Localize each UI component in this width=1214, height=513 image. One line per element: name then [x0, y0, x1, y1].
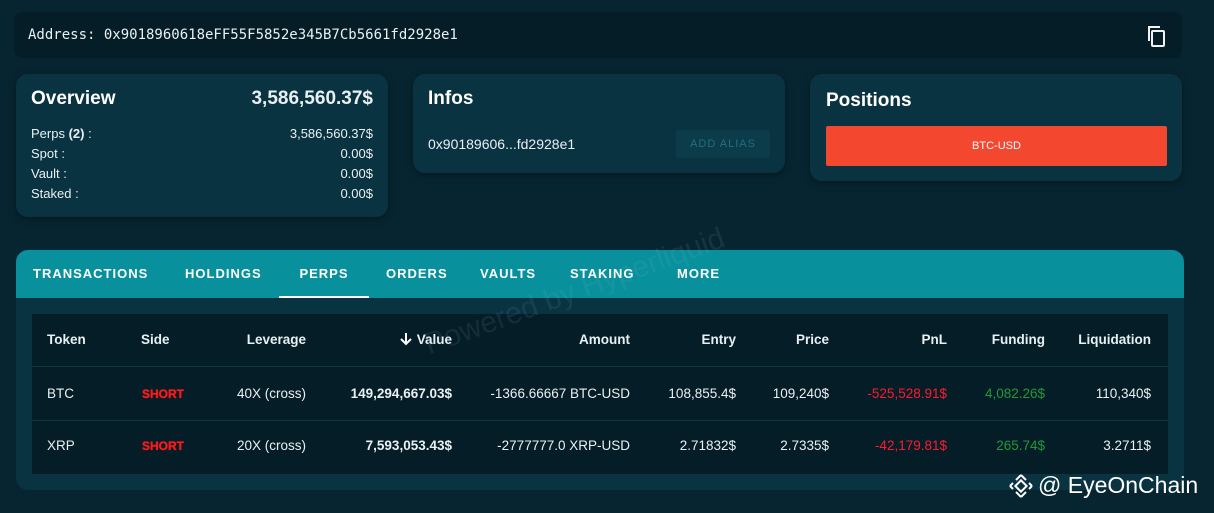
header-price[interactable]: Price — [796, 314, 829, 366]
main-panel: TRANSACTIONS HOLDINGS PERPS ORDERS VAULT… — [16, 250, 1184, 490]
header-liquidation[interactable]: Liquidation — [1078, 314, 1151, 366]
cell-value: 7,593,053.43$ — [365, 438, 452, 453]
cell-price: 2.7335$ — [780, 438, 829, 453]
cell-price: 109,240$ — [772, 386, 829, 401]
tab-bar: TRANSACTIONS HOLDINGS PERPS ORDERS VAULT… — [16, 250, 1184, 298]
tab-staking[interactable]: STAKING — [570, 250, 635, 298]
cell-entry: 2.71832$ — [679, 438, 736, 453]
header-side[interactable]: Side — [141, 314, 170, 366]
overview-row-staked: Staked : 0.00$ — [31, 184, 373, 204]
add-alias-button[interactable]: ADD ALIAS — [676, 130, 770, 158]
positions-table: Token Side Leverage Value Amount Entry P… — [32, 314, 1168, 474]
header-leverage[interactable]: Leverage — [247, 314, 306, 366]
overview-card: Overview 3,586,560.37$ Perps (2) : 3,586… — [16, 74, 388, 217]
brand-text: @ EyeOnChain — [1038, 472, 1199, 498]
overview-row-vault: Vault : 0.00$ — [31, 164, 373, 184]
positions-title: Positions — [826, 90, 912, 111]
tab-more[interactable]: MORE — [677, 250, 720, 298]
brand-credit: @ EyeOnChain — [1008, 472, 1198, 499]
perps-colon: : — [84, 126, 92, 141]
short-address: 0x90189606...fd2928e1 — [428, 136, 576, 152]
positions-card: Positions BTC-USD — [810, 74, 1182, 181]
cell-amount: -2777777.0 XRP-USD — [497, 438, 630, 453]
vault-label: Vault : — [31, 166, 67, 181]
cell-amount: -1366.66667 BTC-USD — [490, 386, 630, 401]
overview-total: 3,586,560.37$ — [251, 88, 373, 109]
overview-title: Overview — [31, 88, 116, 109]
tab-orders[interactable]: ORDERS — [386, 250, 448, 298]
header-pnl[interactable]: PnL — [922, 314, 948, 366]
address-text: Address: 0x9018960618eFF55F5852e345B7Cb5… — [28, 27, 458, 43]
cell-leverage: 40X (cross) — [236, 386, 306, 401]
vault-value: 0.00$ — [340, 166, 373, 181]
position-bar-btc[interactable]: BTC-USD — [826, 126, 1167, 166]
cell-pnl: -525,528.91$ — [867, 386, 947, 401]
header-value: Value — [416, 332, 452, 347]
tab-transactions[interactable]: TRANSACTIONS — [33, 250, 148, 298]
cell-leverage: 20X (cross) — [236, 438, 306, 453]
table-header: Token Side Leverage Value Amount Entry P… — [32, 314, 1168, 367]
header-value-group[interactable]: Value — [399, 314, 452, 366]
cell-side: SHORT — [142, 387, 184, 401]
perps-count: (2) — [68, 126, 85, 141]
header-amount[interactable]: Amount — [579, 314, 630, 366]
cell-funding: 4,082.26$ — [984, 386, 1045, 401]
spot-value: 0.00$ — [340, 146, 373, 161]
cell-pnl: -42,179.81$ — [874, 438, 947, 453]
overview-row-spot: Spot : 0.00$ — [31, 144, 373, 164]
spot-label: Spot : — [31, 146, 65, 161]
infos-title: Infos — [428, 88, 474, 109]
cell-funding: 265.74$ — [996, 438, 1045, 453]
cell-value: 149,294,667.03$ — [350, 386, 452, 401]
tab-holdings[interactable]: HOLDINGS — [185, 250, 262, 298]
arrow-down-icon — [400, 333, 412, 346]
infos-card: Infos 0x90189606...fd2928e1 ADD ALIAS — [413, 74, 785, 173]
copy-icon[interactable] — [1144, 24, 1168, 48]
perps-label: Perps — [31, 126, 69, 141]
cell-entry: 108,855.4$ — [668, 386, 736, 401]
header-entry[interactable]: Entry — [701, 314, 736, 366]
tab-vaults[interactable]: VAULTS — [480, 250, 536, 298]
cell-liquidation: 3.2711$ — [1103, 438, 1151, 453]
tab-perps[interactable]: PERPS — [279, 250, 369, 298]
overview-row-perps: Perps (2) : 3,586,560.37$ — [31, 124, 373, 144]
staked-value: 0.00$ — [340, 186, 373, 201]
staked-label: Staked : — [31, 186, 79, 201]
cell-liquidation: 110,340$ — [1095, 386, 1151, 401]
header-token[interactable]: Token — [47, 314, 86, 366]
binance-logo-icon — [1009, 473, 1033, 498]
cell-token: XRP — [47, 438, 75, 453]
cell-side: SHORT — [142, 439, 184, 453]
perps-value: 3,586,560.37$ — [289, 126, 373, 141]
address-bar: Address: 0x9018960618eFF55F5852e345B7Cb5… — [14, 12, 1182, 58]
cell-token: BTC — [47, 386, 74, 401]
table-row[interactable]: XRP SHORT 20X (cross) 7,593,053.43$ -277… — [32, 420, 1168, 472]
header-funding[interactable]: Funding — [992, 314, 1045, 366]
table-row[interactable]: BTC SHORT 40X (cross) 149,294,667.03$ -1… — [32, 368, 1168, 421]
